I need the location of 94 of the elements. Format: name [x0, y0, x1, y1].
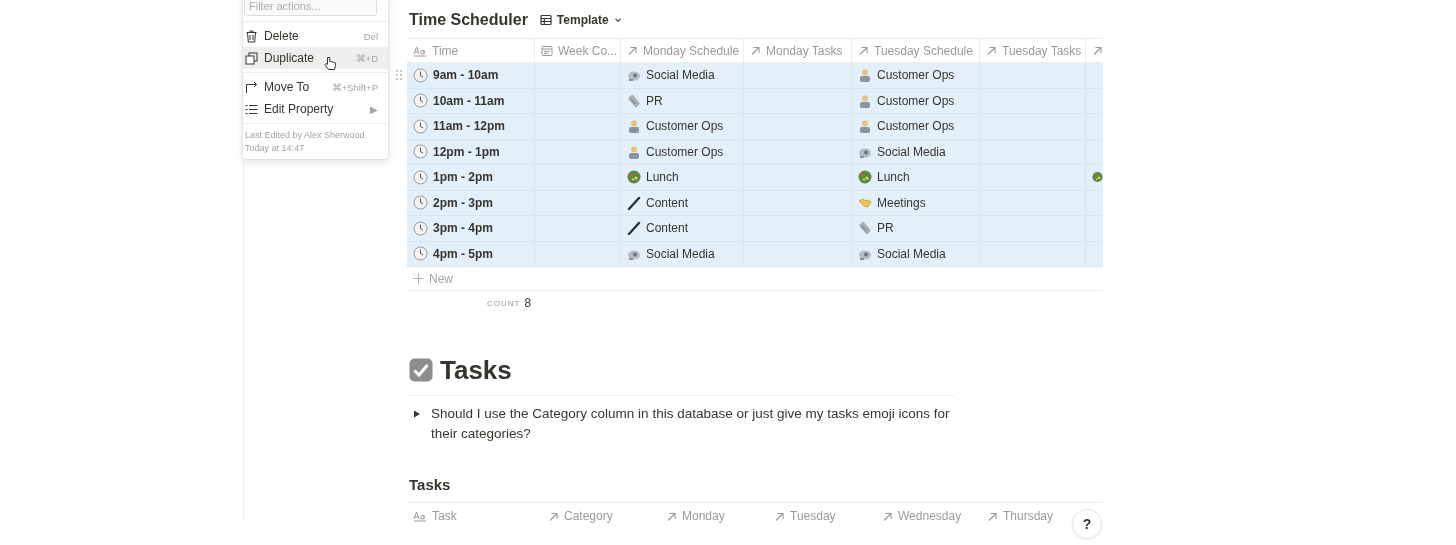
arrow-icon — [666, 510, 677, 522]
clock-icon — [413, 169, 428, 185]
column-header[interactable]: Week Co... — [535, 39, 621, 62]
time-text: 2pm - 3pm — [433, 195, 493, 210]
cell-text: Lunch — [877, 170, 910, 185]
column-header[interactable]: Monday Tasks — [744, 39, 852, 62]
cell-text: Social Media — [877, 144, 946, 159]
time-text: 10am - 11am — [433, 93, 505, 108]
cell-text: PR — [646, 93, 663, 108]
hand-cursor-icon — [324, 56, 336, 71]
salad-icon — [1092, 170, 1103, 185]
pen-icon — [627, 221, 641, 236]
menu-item[interactable]: Duplicate ⌘+D — [243, 47, 388, 69]
time-text: 11am - 12pm — [433, 119, 506, 134]
arrow-icon — [750, 45, 761, 56]
clock-icon — [413, 246, 428, 262]
edit-info: Last Edited by Alex Sherwood — [245, 130, 366, 140]
menu-item[interactable]: Edit Property ▶ — [243, 98, 388, 120]
pen-icon — [627, 195, 641, 210]
cell-text: Meetings — [877, 195, 926, 210]
cell-text: Lunch — [646, 170, 679, 185]
column-header[interactable]: Task — [407, 503, 542, 529]
cell-text: Customer Ops — [877, 68, 955, 83]
column-header[interactable]: Thursday — [981, 503, 1065, 529]
drag-handle-icon[interactable] — [395, 69, 403, 81]
view-button[interactable]: Template — [535, 11, 626, 29]
database-title: Tasks — [408, 476, 452, 495]
checkbox-icon — [409, 358, 433, 382]
new-row-button[interactable]: New — [407, 267, 1103, 291]
arrow-icon — [1092, 45, 1103, 56]
arrow-icon — [986, 45, 997, 56]
cell-text: Content — [646, 221, 689, 236]
cell-text: Social Media — [877, 246, 946, 261]
triangle-icon — [413, 410, 421, 418]
arrow-icon — [627, 45, 638, 56]
cell-text: Customer Ops — [877, 93, 955, 108]
column-header[interactable]: Tuesday Tasks — [980, 39, 1086, 62]
toggle-text: Should I use the Category column in this database or just give my tasks emoji icons for their categories? — [431, 405, 951, 443]
text-type-icon — [413, 44, 427, 57]
clock-icon — [413, 195, 428, 211]
column-header[interactable]: Tuesday — [768, 503, 876, 529]
arrow-icon — [987, 510, 998, 522]
plus-icon — [413, 273, 424, 284]
person-icon — [858, 119, 872, 134]
person-icon — [858, 93, 872, 108]
time-text: 4pm - 5pm — [433, 246, 493, 261]
menu-item[interactable]: Delete Del — [243, 25, 388, 47]
salad-icon — [858, 170, 872, 185]
person-icon — [627, 119, 641, 134]
cell-text: Content — [646, 195, 689, 210]
calendar-icon — [541, 44, 553, 57]
arrow-icon — [882, 510, 893, 522]
cell-text: Customer Ops — [877, 119, 955, 134]
clock-icon — [413, 118, 428, 134]
cell-text: Customer Ops — [646, 144, 724, 159]
turn-arrow-icon — [245, 80, 258, 94]
time-text: 9am - 10am — [433, 68, 499, 83]
person-icon — [858, 68, 872, 83]
person-icon — [627, 144, 641, 159]
arrow-icon — [548, 510, 559, 522]
column-header[interactable]: Monday — [660, 503, 768, 529]
clock-icon — [413, 67, 428, 83]
table-icon — [539, 14, 552, 26]
cell-text: Social Media — [646, 246, 715, 261]
text-type-icon — [413, 510, 427, 522]
column-header[interactable]: Wednesday — [876, 503, 981, 529]
edit-info: Today at 14:47 — [245, 143, 306, 153]
column-header[interactable]: Tuesday Schedule — [852, 39, 980, 62]
arrow-icon — [858, 45, 869, 56]
arrow-icon — [774, 510, 785, 522]
salad-icon — [627, 170, 641, 185]
count-value: 8 — [524, 296, 532, 310]
duplicate-icon — [245, 51, 258, 65]
help-button[interactable]: ? — [1072, 509, 1102, 539]
database-title: Time Scheduler — [409, 11, 528, 29]
section-heading: Tasks — [440, 354, 512, 386]
column-header[interactable]: Monday Schedule — [621, 39, 744, 62]
cell-text: PR — [877, 221, 894, 236]
menu-item[interactable]: Move To ⌘+Shift+P — [243, 76, 388, 98]
clock-icon — [413, 144, 428, 160]
column-header[interactable]: Time — [407, 39, 535, 62]
cell-text: Social Media — [646, 68, 715, 83]
count-label: COUNT — [487, 298, 521, 308]
caret-icon — [613, 16, 622, 24]
time-text: 1pm - 2pm — [433, 170, 493, 185]
list-icon — [245, 102, 258, 116]
cell-text: Customer Ops — [646, 119, 724, 134]
filter-field[interactable]: Filter actions... — [244, 0, 377, 16]
time-text: 3pm - 4pm — [433, 221, 493, 236]
column-header[interactable]: Category — [542, 503, 660, 529]
clock-icon — [413, 220, 428, 236]
clock-icon — [413, 93, 428, 109]
trash-icon — [245, 29, 258, 43]
time-text: 12pm - 1pm — [433, 144, 500, 159]
